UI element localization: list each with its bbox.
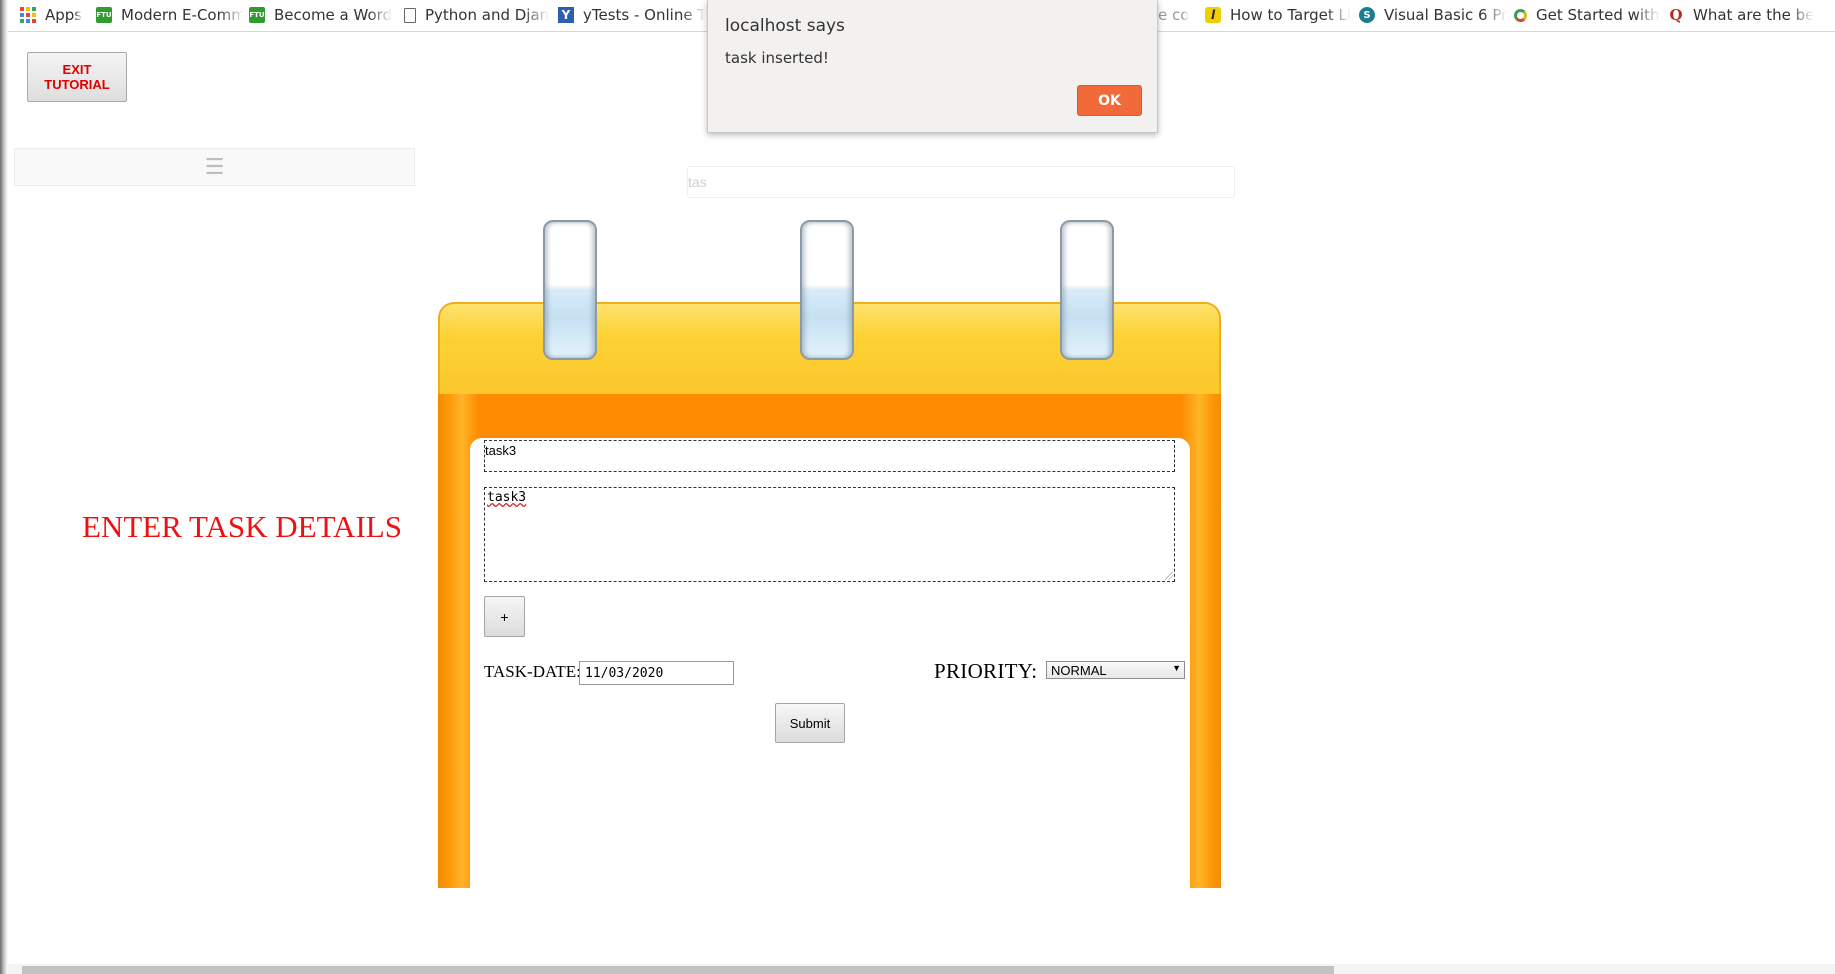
notepad-ring-right xyxy=(1060,220,1114,360)
bookmark-apps[interactable]: Apps xyxy=(20,0,95,30)
bookmark-label: Apps xyxy=(45,6,83,24)
ytests-icon: Y xyxy=(558,7,574,23)
bookmark-label: Get Started with xyxy=(1536,6,1660,24)
alert-dialog: localhost says task inserted! OK xyxy=(707,0,1158,133)
bookmark-ytests[interactable]: Y yTests - Online T xyxy=(558,0,706,30)
page-heading: ENTER TASK DETAILS xyxy=(82,509,402,544)
notepad-ring-middle xyxy=(800,220,854,360)
alert-ok-button[interactable]: OK xyxy=(1077,85,1142,116)
window-edge-shadow xyxy=(0,0,8,974)
google-icon xyxy=(1514,8,1527,22)
bookmark-visual-basic[interactable]: S Visual Basic 6 Pr xyxy=(1359,0,1507,30)
exit-tutorial-button[interactable]: EXIT TUTORIAL xyxy=(27,52,127,102)
apps-grid-icon xyxy=(20,7,36,23)
task-description-textarea[interactable]: task3 xyxy=(484,487,1175,582)
task-date-label: TASK-DATE: xyxy=(484,662,581,681)
task-title-input[interactable] xyxy=(484,440,1175,472)
task-description-text: task3 xyxy=(487,490,527,505)
exit-tutorial-label-line2: TUTORIAL xyxy=(44,77,110,92)
search-input[interactable] xyxy=(687,166,1235,198)
alert-title: localhost says xyxy=(725,16,845,36)
bookmark-label: Python and Djan xyxy=(425,6,550,24)
alert-message: task inserted! xyxy=(725,49,829,67)
vb-icon: S xyxy=(1359,7,1375,23)
ftu-icon: FTU xyxy=(96,7,112,23)
l-logo-icon: l xyxy=(1205,7,1221,23)
add-item-button[interactable]: + xyxy=(484,596,525,637)
bookmark-get-started[interactable]: Get Started with xyxy=(1514,0,1662,30)
bookmark-label: How to Target Li xyxy=(1230,6,1352,24)
bookmark-label: What are the be xyxy=(1693,6,1815,24)
bookmark-label: yTests - Online T xyxy=(583,6,706,24)
bookmark-become-a-word[interactable]: FTU Become a Word xyxy=(249,0,397,30)
submit-button[interactable]: Submit xyxy=(775,703,845,743)
menu-toggle-bar[interactable]: ☰ xyxy=(14,148,415,186)
bookmark-label: e co xyxy=(1158,6,1190,24)
bookmark-partial[interactable]: e co xyxy=(1158,0,1203,30)
bookmark-label: Become a Word xyxy=(274,6,393,24)
priority-select[interactable]: NORMAL ▼ xyxy=(1046,661,1185,679)
dropdown-arrow-icon: ▼ xyxy=(1172,663,1181,673)
notepad-ring-left xyxy=(543,220,597,360)
ftu-icon: FTU xyxy=(249,7,265,23)
bookmark-label: Modern E-Comm xyxy=(121,6,244,24)
priority-label: PRIORITY: xyxy=(934,659,1038,683)
resize-grip-icon[interactable] xyxy=(1165,572,1173,580)
bookmark-what-are-the[interactable]: Q What are the be xyxy=(1668,0,1818,30)
horizontal-scrollbar-thumb[interactable] xyxy=(22,966,1334,974)
page-icon xyxy=(404,7,416,23)
exit-tutorial-label-line1: EXIT xyxy=(62,62,92,77)
hamburger-icon[interactable]: ☰ xyxy=(205,155,225,180)
bookmark-label: Visual Basic 6 Pr xyxy=(1384,6,1507,24)
priority-selected-value: NORMAL xyxy=(1051,663,1107,678)
quora-icon: Q xyxy=(1669,6,1683,24)
bookmark-modern-ecomm[interactable]: FTU Modern E-Comm xyxy=(96,0,244,30)
task-date-input[interactable] xyxy=(579,661,734,685)
bookmark-python-django[interactable]: Python and Djan xyxy=(404,0,550,30)
bookmark-how-to-target[interactable]: l How to Target Li xyxy=(1205,0,1353,30)
